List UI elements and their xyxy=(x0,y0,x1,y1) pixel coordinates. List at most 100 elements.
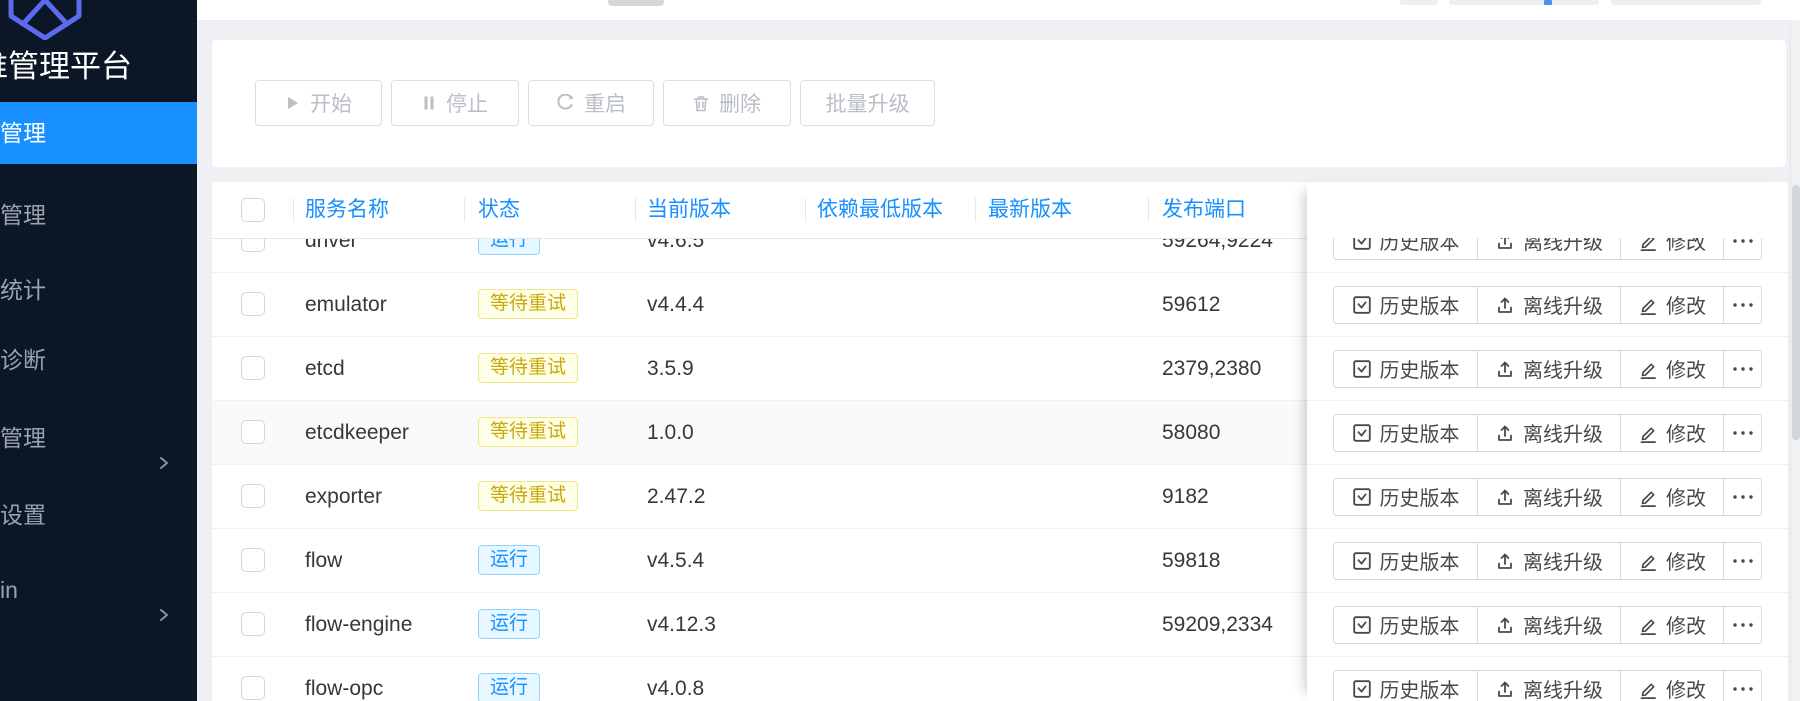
current-version-cell: 2.47.2 xyxy=(647,485,706,508)
vertical-scrollbar[interactable] xyxy=(1790,20,1800,701)
service-name-cell: flow-opc xyxy=(305,677,384,700)
status-cell: 运行 xyxy=(478,529,541,592)
edit-button[interactable]: 修改 xyxy=(1620,285,1724,324)
publish-ports-cell: 59818 xyxy=(1162,549,1221,572)
select-all-checkbox[interactable] xyxy=(241,198,265,222)
offline-upgrade-button[interactable]: 离线升级 xyxy=(1477,238,1621,260)
edit-button[interactable]: 修改 xyxy=(1620,238,1724,260)
edit-button[interactable]: 修改 xyxy=(1620,413,1724,452)
row-checkbox[interactable] xyxy=(241,238,265,252)
more-actions-button[interactable] xyxy=(1723,477,1762,516)
start-button[interactable]: 开始 xyxy=(255,80,382,126)
status-cell: 等待重试 xyxy=(478,401,579,464)
restart-button[interactable]: 重启 xyxy=(528,80,654,126)
history-versions-button[interactable]: 历史版本 xyxy=(1333,541,1478,580)
action-row: 历史版本 离线升级 修改 xyxy=(1307,337,1788,401)
check-square-icon xyxy=(1352,295,1371,314)
row-checkbox[interactable] xyxy=(241,676,265,700)
ellipsis-icon xyxy=(1732,302,1753,307)
sidebar-item-manage[interactable]: 管理 xyxy=(0,184,197,246)
publish-ports-cell: 59209,2334 xyxy=(1162,613,1273,636)
offline-upgrade-button[interactable]: 离线升级 xyxy=(1477,605,1621,644)
current-version-cell: 1.0.0 xyxy=(647,421,694,444)
stop-button[interactable]: 停止 xyxy=(391,80,519,126)
sidebar-item-admin[interactable]: in xyxy=(0,559,197,621)
upload-icon xyxy=(1498,425,1512,441)
delete-button[interactable]: 删除 xyxy=(663,80,791,126)
sidebar-item-manage-submenu[interactable]: 管理 xyxy=(0,407,197,469)
current-version-cell: v4.0.8 xyxy=(647,677,705,700)
edit-button[interactable]: 修改 xyxy=(1620,477,1724,516)
batch-upgrade-button[interactable]: 批量升级 xyxy=(800,80,935,126)
row-checkbox[interactable] xyxy=(241,484,265,508)
more-actions-button[interactable] xyxy=(1723,238,1762,260)
status-cell: 运行 xyxy=(478,593,541,656)
browser-tab-fragment xyxy=(1611,0,1761,5)
more-actions-button[interactable] xyxy=(1723,413,1762,452)
status-badge: 等待重试 xyxy=(478,288,579,319)
offline-upgrade-button[interactable]: 离线升级 xyxy=(1477,541,1621,580)
check-square-icon xyxy=(1352,423,1371,442)
edit-button[interactable]: 修改 xyxy=(1620,669,1724,701)
history-versions-button[interactable]: 历史版本 xyxy=(1333,238,1478,260)
publish-ports-cell: 2379,2380 xyxy=(1162,357,1262,380)
sidebar-item-settings[interactable]: 设置 xyxy=(0,484,197,546)
browser-tab-fragment xyxy=(1449,0,1599,5)
action-row: 历史版本 离线升级 修改 xyxy=(1307,273,1788,337)
service-name-cell: emulator xyxy=(305,293,387,316)
edit-icon xyxy=(1640,619,1656,635)
history-versions-button[interactable]: 历史版本 xyxy=(1333,413,1478,452)
offline-upgrade-button[interactable]: 离线升级 xyxy=(1477,349,1621,388)
status-badge: 等待重试 xyxy=(478,416,579,447)
row-checkbox[interactable] xyxy=(241,612,265,636)
check-square-icon xyxy=(1352,551,1371,570)
offline-upgrade-button[interactable]: 离线升级 xyxy=(1477,669,1621,701)
ellipsis-icon xyxy=(1732,558,1753,563)
edit-icon xyxy=(1640,427,1656,443)
column-header-min-version: 依赖最低版本 xyxy=(817,198,943,221)
sidebar-item-statistics[interactable]: 统计 xyxy=(0,259,197,321)
more-actions-button[interactable] xyxy=(1723,541,1762,580)
row-checkbox[interactable] xyxy=(241,548,265,572)
row-checkbox[interactable] xyxy=(241,292,265,316)
ellipsis-icon xyxy=(1732,238,1753,243)
sidebar-item-manage-active[interactable]: 管理 xyxy=(0,102,197,164)
more-actions-button[interactable] xyxy=(1723,349,1762,388)
sidebar-item-diagnosis[interactable]: 诊断 xyxy=(0,329,197,391)
toolbar-card: 开始 停止 重启 删除 批量升级 xyxy=(212,40,1786,167)
upload-icon xyxy=(1498,361,1512,377)
history-versions-button[interactable]: 历史版本 xyxy=(1333,669,1478,701)
more-actions-button[interactable] xyxy=(1723,605,1762,644)
upload-icon xyxy=(1498,553,1512,569)
current-version-cell: v4.5.4 xyxy=(647,549,705,572)
fixed-action-column: 历史版本 离线升级 修改 历史版本 离线升级 修改 历史版本 离线升级 修改 历… xyxy=(1307,182,1788,701)
more-actions-button[interactable] xyxy=(1723,285,1762,324)
favicon-fragment xyxy=(1544,0,1552,5)
offline-upgrade-button[interactable]: 离线升级 xyxy=(1477,413,1621,452)
upload-icon xyxy=(1498,238,1512,249)
offline-upgrade-button[interactable]: 离线升级 xyxy=(1477,477,1621,516)
edit-button[interactable]: 修改 xyxy=(1620,541,1724,580)
history-versions-button[interactable]: 历史版本 xyxy=(1333,285,1478,324)
edit-button[interactable]: 修改 xyxy=(1620,605,1724,644)
current-version-cell: v4.6.5 xyxy=(647,238,705,252)
offline-upgrade-button[interactable]: 离线升级 xyxy=(1477,285,1621,324)
ellipsis-icon xyxy=(1732,430,1753,435)
row-checkbox[interactable] xyxy=(241,356,265,380)
reload-icon xyxy=(557,94,573,110)
more-actions-button[interactable] xyxy=(1723,669,1762,701)
row-action-group: 历史版本 离线升级 修改 xyxy=(1333,285,1762,324)
status-badge: 运行 xyxy=(478,608,541,639)
column-header-current-version: 当前版本 xyxy=(647,198,731,221)
history-versions-button[interactable]: 历史版本 xyxy=(1333,477,1478,516)
history-versions-button[interactable]: 历史版本 xyxy=(1333,605,1478,644)
row-action-group: 历史版本 离线升级 修改 xyxy=(1333,605,1762,644)
edit-button[interactable]: 修改 xyxy=(1620,349,1724,388)
row-checkbox[interactable] xyxy=(241,420,265,444)
publish-ports-cell: 59264,9224 xyxy=(1162,238,1273,252)
app-root: 维管理平台 管理 管理 统计 诊断 管理 设置 in 开始 xyxy=(0,0,1800,701)
browser-tab-fragment xyxy=(608,0,664,6)
scrollbar-thumb[interactable] xyxy=(1792,185,1800,440)
status-badge: 运行 xyxy=(478,238,541,255)
history-versions-button[interactable]: 历史版本 xyxy=(1333,349,1478,388)
